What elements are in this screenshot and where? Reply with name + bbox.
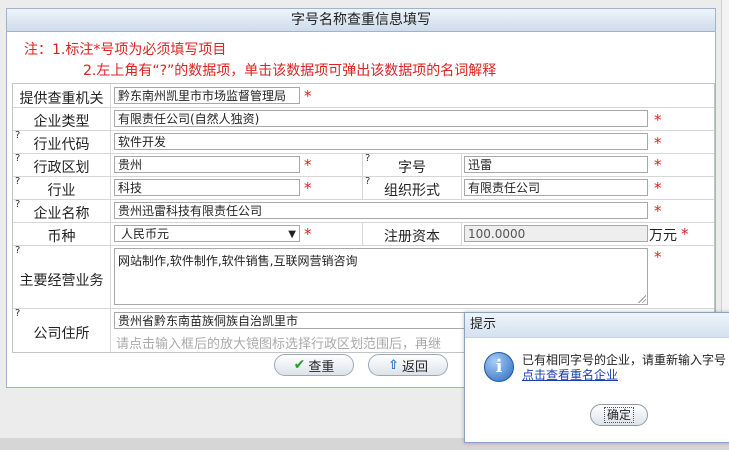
trade-name-label[interactable]: 字号 [363, 157, 461, 177]
ok-button[interactable]: 确定 [590, 404, 648, 426]
address-help-mark[interactable]: ? [15, 308, 20, 319]
check-button[interactable]: ✔ 查重 [274, 354, 354, 376]
address-label[interactable]: 公司住所 [13, 323, 110, 343]
industry-code-field[interactable]: 软件开发 [114, 133, 648, 150]
currency-label: 币种 [47, 229, 76, 245]
business-label[interactable]: 主要经营业务 [13, 270, 110, 290]
dialog-title: 提示 [465, 313, 729, 338]
capital-label: 注册资本 [384, 229, 440, 245]
agency-required-mark: * [304, 87, 312, 105]
prompt-dialog: 提示 i 已有相同字号的企业，请重新输入字号 点击查看重名企业 确定 [464, 312, 729, 443]
panel-title: 字号名称查重信息填写 [7, 9, 715, 32]
ok-button-label: 确定 [603, 407, 634, 423]
industry-field[interactable]: 科技 [114, 179, 300, 196]
industry-code-required-mark: * [654, 134, 662, 152]
capital-required-mark: * [681, 225, 689, 243]
district-required-mark: * [304, 156, 312, 174]
up-arrow-icon: ⇧ [388, 357, 399, 373]
business-required-mark: * [654, 248, 662, 266]
capital-field[interactable]: 100.0000 [464, 225, 648, 242]
check-icon: ✔ [293, 357, 306, 373]
business-textarea[interactable]: 网站制作,软件制作,软件销售,互联网营销咨询 [114, 248, 648, 305]
business-text: 网站制作,软件制作,软件销售,互联网营销咨询 [118, 254, 358, 268]
triangle-down-icon[interactable]: ▼ [288, 226, 296, 241]
agency-label: 提供查重机关 [19, 91, 104, 107]
trade-name-field[interactable]: 迅雷 [464, 156, 648, 173]
note-line-1: 注：1.标注*号项为必须填写项目 [24, 42, 227, 58]
agency-field[interactable]: 黔东南州凯里市市场监督管理局 [114, 87, 300, 104]
currency-select[interactable]: 人民币元 ▼ [114, 225, 300, 242]
info-icon: i [484, 352, 514, 382]
address-hint: 请点击输入框后的放大镜图标选择行政区划范围后，再继 [116, 337, 442, 352]
company-name-label[interactable]: 企业名称 [13, 203, 110, 223]
org-form-field[interactable]: 有限责任公司 [464, 179, 648, 196]
business-help-mark[interactable]: ? [15, 245, 20, 256]
back-button-label: 返回 [401, 359, 428, 375]
industry-label[interactable]: 行业 [13, 180, 110, 200]
back-button[interactable]: ⇧ 返回 [368, 354, 448, 376]
resize-handle-icon[interactable] [638, 295, 646, 303]
company-type-required-mark: * [654, 111, 662, 129]
company-type-label: 企业类型 [33, 114, 90, 130]
currency-select-value: 人民币元 [121, 227, 170, 241]
industry-code-label[interactable]: 行业代码 [13, 134, 110, 154]
note-line-2: 2.左上角有“?”的数据项，单击该数据项可弹出该数据项的名词解释 [83, 63, 497, 79]
company-name-field[interactable]: 贵州迅雷科技有限责任公司 [114, 202, 648, 219]
org-form-label[interactable]: 组织形式 [363, 180, 461, 200]
district-label[interactable]: 行政区划 [13, 157, 110, 177]
trade-name-required-mark: * [654, 156, 662, 174]
capital-unit: 万元 [649, 228, 677, 244]
company-name-required-mark: * [654, 202, 662, 220]
industry-required-mark: * [304, 179, 312, 197]
currency-required-mark: * [304, 225, 312, 243]
company-type-field[interactable]: 有限责任公司(自然人独资) [114, 110, 648, 127]
view-duplicate-companies-link[interactable]: 点击查看重名企业 [522, 366, 618, 383]
check-button-label: 查重 [308, 359, 335, 375]
org-form-required-mark: * [654, 179, 662, 197]
district-field[interactable]: 贵州 [114, 156, 300, 173]
